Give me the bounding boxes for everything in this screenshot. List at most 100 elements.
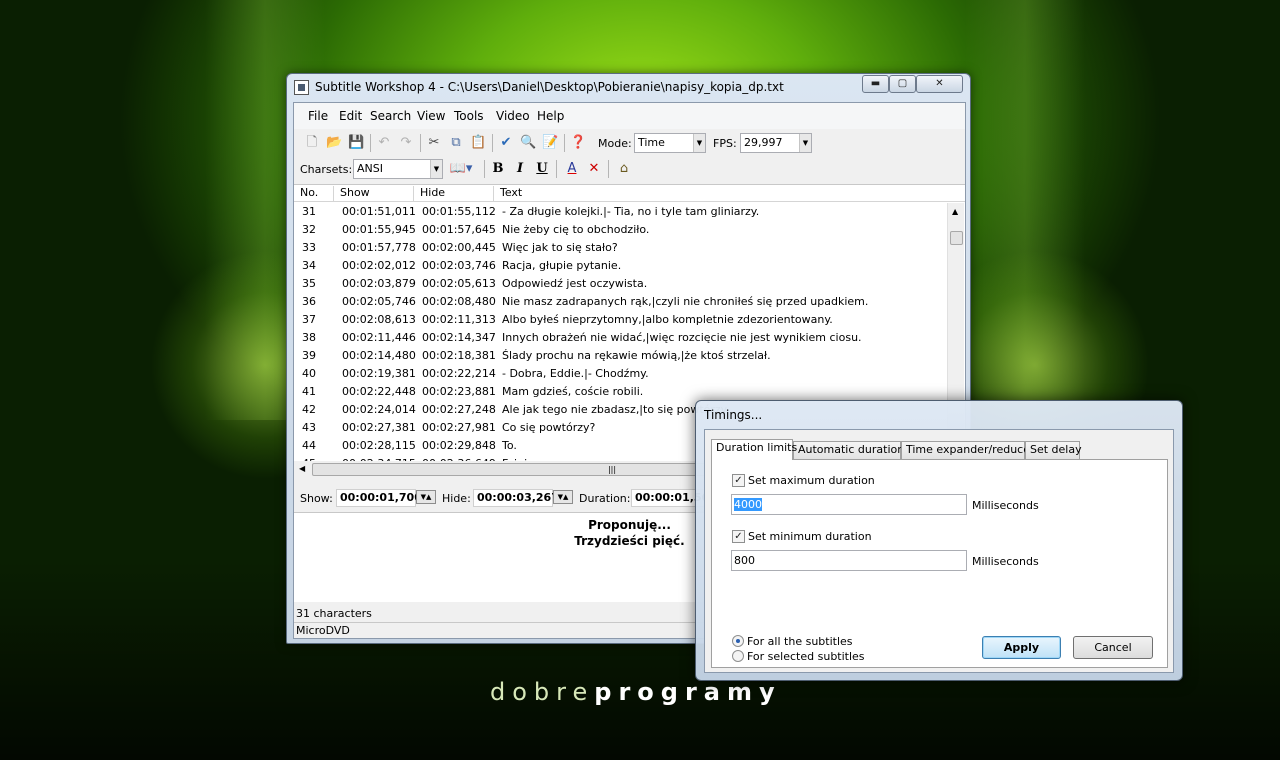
row-number: 31 xyxy=(302,205,316,218)
book-dropdown-icon[interactable]: 📖▾ xyxy=(448,161,474,177)
table-row[interactable]: 37 00:02:08,613 00:02:11,313 Albo byłeś nie… xyxy=(294,311,947,329)
row-hide-time: 00:02:00,445 xyxy=(422,241,496,254)
scroll-up-icon[interactable]: ▲ xyxy=(952,207,958,216)
row-hide-time: 00:02:18,381 xyxy=(422,349,496,362)
row-number: 36 xyxy=(302,295,316,308)
menu-help[interactable]: Help xyxy=(537,109,564,123)
new-file-icon[interactable]: 🗋 xyxy=(304,135,320,151)
menu-view[interactable]: View xyxy=(417,109,445,123)
row-show-time: 00:02:14,480 xyxy=(342,349,416,362)
cut-icon[interactable]: ✂ xyxy=(426,135,442,151)
table-row[interactable]: 31 00:01:51,011 00:01:55,112 - Za długie ko… xyxy=(294,203,947,221)
tab-set-delay[interactable]: Set delay xyxy=(1025,441,1082,459)
hide-time-field[interactable]: 00:00:03,267 xyxy=(473,489,559,507)
row-show-time: 00:01:51,011 xyxy=(342,205,416,218)
mode-value: Time xyxy=(638,136,665,149)
column-header-text[interactable]: Text xyxy=(494,186,965,201)
scroll-left-icon[interactable]: ◀ xyxy=(299,464,305,473)
info-errors-icon[interactable]: 📝 xyxy=(542,135,558,151)
column-header-hide[interactable]: Hide xyxy=(414,186,494,201)
close-button[interactable]: ✕ xyxy=(916,75,963,93)
row-show-time: 00:02:02,012 xyxy=(342,259,416,272)
max-duration-input[interactable]: 4000 xyxy=(731,494,967,515)
table-row[interactable]: 40 00:02:19,381 00:02:22,214 - Dobra, Eddie… xyxy=(294,365,947,383)
show-time-field[interactable]: 00:00:01,700 xyxy=(336,489,422,507)
toolbar-separator xyxy=(608,160,609,178)
format-toolbar: Charsets: ANSI ▼ 📖▾ B I U A ✕ ⌂ xyxy=(294,156,965,182)
cancel-button[interactable]: Cancel xyxy=(1073,636,1153,659)
open-folder-icon[interactable]: 📂 xyxy=(326,135,342,151)
row-show-time: 00:02:28,115 xyxy=(342,439,416,452)
menu-tools[interactable]: Tools xyxy=(454,109,484,123)
table-row[interactable]: 41 00:02:22,448 00:02:23,881 Mam gdzieś, co… xyxy=(294,383,947,401)
column-header-show[interactable]: Show xyxy=(334,186,414,201)
row-show-time: 00:02:24,014 xyxy=(342,403,416,416)
tab-time-expander[interactable]: Time expander/reducer xyxy=(901,441,1035,459)
row-hide-time: 00:02:22,214 xyxy=(422,367,496,380)
font-color-icon[interactable]: A xyxy=(564,161,580,177)
table-row[interactable]: 32 00:01:55,945 00:01:57,645 Nie żeby cię t… xyxy=(294,221,947,239)
fps-select[interactable]: 29,997 ▼ xyxy=(740,133,812,153)
menu-video[interactable]: Video xyxy=(496,109,530,123)
radio-all-subtitles-button[interactable] xyxy=(732,635,744,647)
column-header-no[interactable]: No. xyxy=(294,186,334,201)
table-row[interactable]: 38 00:02:11,446 00:02:14,347 Innych obrażeń… xyxy=(294,329,947,347)
undo-icon[interactable]: ↶ xyxy=(376,135,392,151)
min-duration-unit: Milliseconds xyxy=(972,555,1039,568)
bold-icon[interactable]: B xyxy=(490,161,506,177)
app-icon[interactable] xyxy=(294,80,309,95)
row-text: Albo byłeś nieprzytomny,|albo kompletnie… xyxy=(502,313,833,326)
paste-icon[interactable]: 📋 xyxy=(470,135,486,151)
spell-check-icon[interactable]: ✔ xyxy=(498,135,514,151)
help-icon[interactable]: ❓ xyxy=(570,135,586,151)
menu-file[interactable]: File xyxy=(308,109,328,123)
row-text: Co się powtórzy? xyxy=(502,421,596,434)
save-icon[interactable]: 💾 xyxy=(348,135,364,151)
apply-button[interactable]: Apply xyxy=(982,636,1061,659)
row-hide-time: 00:01:57,645 xyxy=(422,223,496,236)
table-row[interactable]: 33 00:01:57,778 00:02:00,445 Więc jak to si… xyxy=(294,239,947,257)
row-hide-time: 00:02:27,981 xyxy=(422,421,496,434)
max-duration-checkbox[interactable]: ✓ xyxy=(732,474,745,487)
chevron-down-icon: ▼ xyxy=(430,160,442,178)
minimize-button[interactable]: ▬ xyxy=(862,75,889,93)
dialog-client: Duration limits Automatic durations Time… xyxy=(704,429,1174,673)
row-hide-time: 00:01:55,112 xyxy=(422,205,496,218)
tab-automatic-durations[interactable]: Automatic durations xyxy=(793,441,910,459)
table-row[interactable]: 39 00:02:14,480 00:02:18,381 Ślady prochu n… xyxy=(294,347,947,365)
hide-time-spinner[interactable]: ▼▲ xyxy=(553,490,573,504)
tab-panel-duration-limits: ✓ Set maximum duration 4000 Milliseconds… xyxy=(711,459,1168,668)
show-time-spinner[interactable]: ▼▲ xyxy=(416,490,436,504)
redo-icon[interactable]: ↷ xyxy=(398,135,414,151)
grid-header: No. Show Hide Text xyxy=(294,185,965,202)
table-row[interactable]: 36 00:02:05,746 00:02:08,480 Nie masz zadra… xyxy=(294,293,947,311)
charsets-label: Charsets: xyxy=(300,163,353,176)
row-show-time: 00:02:27,381 xyxy=(342,421,416,434)
toolbar-separator xyxy=(420,134,421,152)
tab-duration-limits[interactable]: Duration limits xyxy=(711,439,797,460)
scroll-thumb[interactable] xyxy=(950,231,963,245)
mode-select[interactable]: Time ▼ xyxy=(634,133,706,153)
italic-icon[interactable]: I xyxy=(512,161,528,177)
brand-light-text: dobre xyxy=(490,678,595,706)
radio-selected-subtitles-button[interactable] xyxy=(732,650,744,662)
title-bar[interactable]: Subtitle Workshop 4 - C:\Users\Daniel\De… xyxy=(287,74,970,100)
row-hide-time: 00:02:23,881 xyxy=(422,385,496,398)
copy-icon[interactable]: ⧉ xyxy=(448,135,464,151)
row-number: 35 xyxy=(302,277,316,290)
table-row[interactable]: 34 00:02:02,012 00:02:03,746 Racja, głupie … xyxy=(294,257,947,275)
min-duration-checkbox[interactable]: ✓ xyxy=(732,530,745,543)
row-show-time: 00:01:55,945 xyxy=(342,223,416,236)
menu-edit[interactable]: Edit xyxy=(339,109,362,123)
chevron-down-icon: ▼ xyxy=(693,134,705,152)
search-replace-icon[interactable]: 🔍 xyxy=(520,135,536,151)
row-hide-time: 00:02:27,248 xyxy=(422,403,496,416)
charset-select[interactable]: ANSI ▼ xyxy=(353,159,443,179)
min-duration-input[interactable]: 800 xyxy=(731,550,967,571)
remove-tags-icon[interactable]: ✕ xyxy=(586,161,602,177)
home-icon[interactable]: ⌂ xyxy=(616,161,632,177)
table-row[interactable]: 35 00:02:03,879 00:02:05,613 Odpowiedź jest… xyxy=(294,275,947,293)
menu-search[interactable]: Search xyxy=(370,109,411,123)
maximize-button[interactable]: ▢ xyxy=(889,75,916,93)
underline-icon[interactable]: U xyxy=(534,161,550,177)
